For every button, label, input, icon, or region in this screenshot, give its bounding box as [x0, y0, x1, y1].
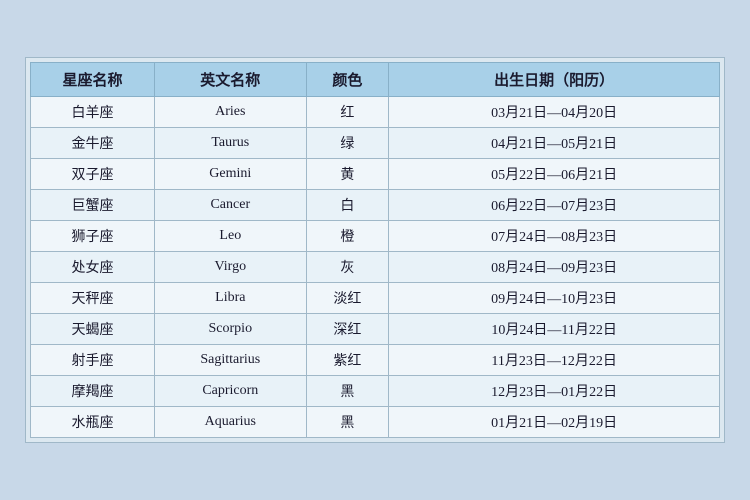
- cell-date: 06月22日—07月23日: [389, 190, 720, 221]
- zodiac-table: 星座名称 英文名称 颜色 出生日期（阳历） 白羊座Aries红03月21日—04…: [30, 62, 720, 438]
- cell-date: 03月21日—04月20日: [389, 97, 720, 128]
- cell-date: 09月24日—10月23日: [389, 283, 720, 314]
- table-row: 双子座Gemini黄05月22日—06月21日: [31, 159, 720, 190]
- cell-date: 07月24日—08月23日: [389, 221, 720, 252]
- cell-chinese-name: 巨蟹座: [31, 190, 155, 221]
- cell-color: 红: [306, 97, 389, 128]
- table-row: 水瓶座Aquarius黑01月21日—02月19日: [31, 407, 720, 438]
- cell-date: 04月21日—05月21日: [389, 128, 720, 159]
- cell-date: 05月22日—06月21日: [389, 159, 720, 190]
- cell-chinese-name: 天蝎座: [31, 314, 155, 345]
- table-row: 射手座Sagittarius紫红11月23日—12月22日: [31, 345, 720, 376]
- zodiac-table-container: 星座名称 英文名称 颜色 出生日期（阳历） 白羊座Aries红03月21日—04…: [25, 57, 725, 443]
- cell-color: 绿: [306, 128, 389, 159]
- cell-chinese-name: 狮子座: [31, 221, 155, 252]
- cell-chinese-name: 金牛座: [31, 128, 155, 159]
- table-row: 摩羯座Capricorn黑12月23日—01月22日: [31, 376, 720, 407]
- cell-color: 黑: [306, 376, 389, 407]
- cell-chinese-name: 天秤座: [31, 283, 155, 314]
- header-english-name: 英文名称: [155, 63, 307, 97]
- table-row: 金牛座Taurus绿04月21日—05月21日: [31, 128, 720, 159]
- cell-english-name: Taurus: [155, 128, 307, 159]
- cell-color: 深红: [306, 314, 389, 345]
- cell-chinese-name: 摩羯座: [31, 376, 155, 407]
- cell-date: 08月24日—09月23日: [389, 252, 720, 283]
- cell-english-name: Leo: [155, 221, 307, 252]
- table-header-row: 星座名称 英文名称 颜色 出生日期（阳历）: [31, 63, 720, 97]
- cell-english-name: Scorpio: [155, 314, 307, 345]
- cell-color: 灰: [306, 252, 389, 283]
- header-date: 出生日期（阳历）: [389, 63, 720, 97]
- cell-english-name: Aquarius: [155, 407, 307, 438]
- cell-color: 橙: [306, 221, 389, 252]
- cell-date: 11月23日—12月22日: [389, 345, 720, 376]
- cell-color: 紫红: [306, 345, 389, 376]
- header-chinese-name: 星座名称: [31, 63, 155, 97]
- cell-english-name: Cancer: [155, 190, 307, 221]
- cell-date: 10月24日—11月22日: [389, 314, 720, 345]
- cell-english-name: Sagittarius: [155, 345, 307, 376]
- table-row: 白羊座Aries红03月21日—04月20日: [31, 97, 720, 128]
- cell-english-name: Capricorn: [155, 376, 307, 407]
- cell-chinese-name: 双子座: [31, 159, 155, 190]
- cell-chinese-name: 水瓶座: [31, 407, 155, 438]
- cell-english-name: Virgo: [155, 252, 307, 283]
- cell-date: 12月23日—01月22日: [389, 376, 720, 407]
- cell-chinese-name: 白羊座: [31, 97, 155, 128]
- table-row: 天蝎座Scorpio深红10月24日—11月22日: [31, 314, 720, 345]
- table-row: 狮子座Leo橙07月24日—08月23日: [31, 221, 720, 252]
- table-row: 天秤座Libra淡红09月24日—10月23日: [31, 283, 720, 314]
- cell-chinese-name: 处女座: [31, 252, 155, 283]
- cell-english-name: Libra: [155, 283, 307, 314]
- header-color: 颜色: [306, 63, 389, 97]
- table-row: 巨蟹座Cancer白06月22日—07月23日: [31, 190, 720, 221]
- table-row: 处女座Virgo灰08月24日—09月23日: [31, 252, 720, 283]
- cell-date: 01月21日—02月19日: [389, 407, 720, 438]
- cell-color: 黑: [306, 407, 389, 438]
- cell-english-name: Aries: [155, 97, 307, 128]
- cell-color: 白: [306, 190, 389, 221]
- cell-color: 黄: [306, 159, 389, 190]
- cell-chinese-name: 射手座: [31, 345, 155, 376]
- cell-color: 淡红: [306, 283, 389, 314]
- cell-english-name: Gemini: [155, 159, 307, 190]
